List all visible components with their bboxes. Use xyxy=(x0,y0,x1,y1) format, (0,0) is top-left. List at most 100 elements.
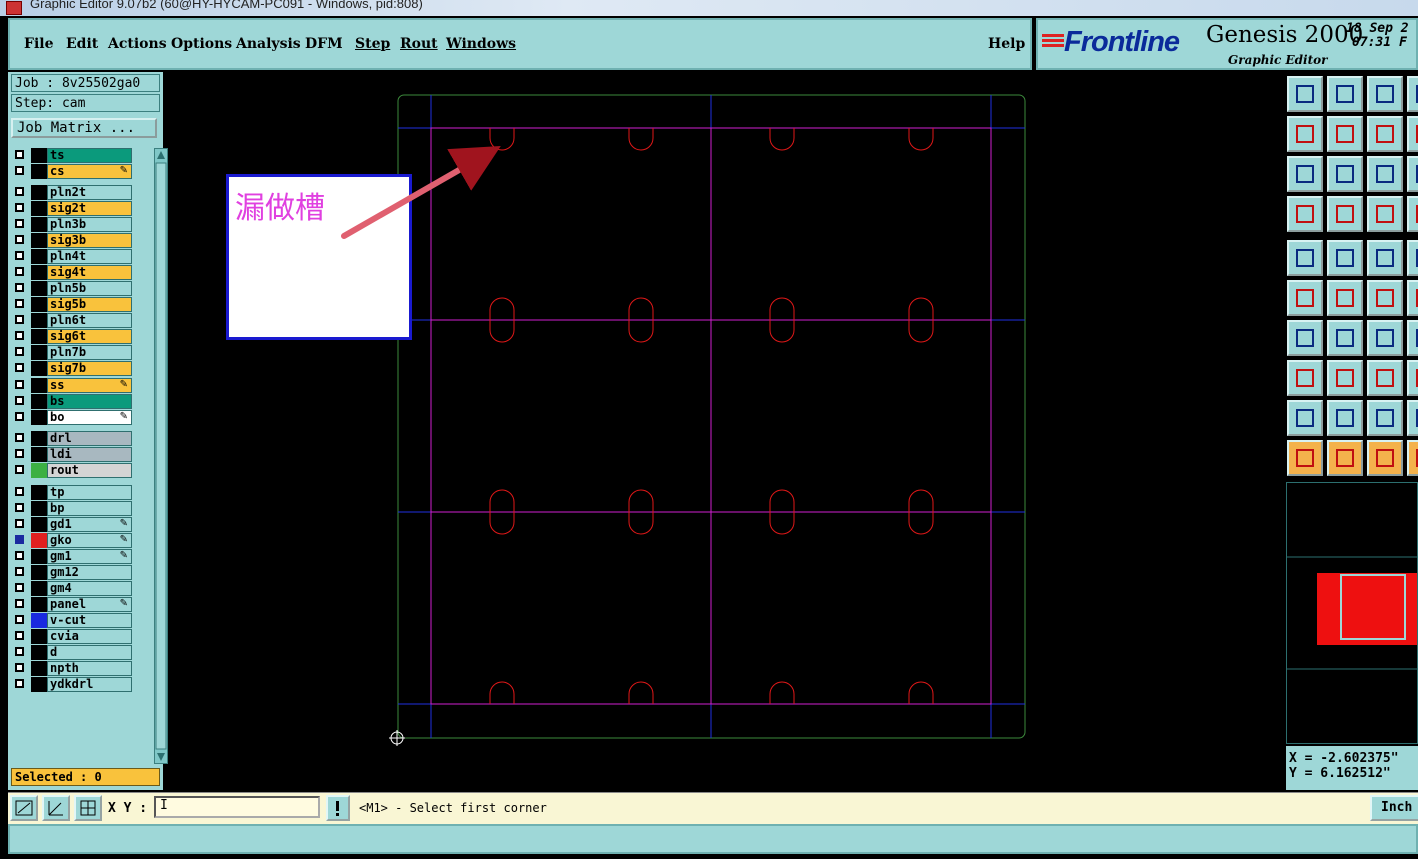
center-mark-tool-button[interactable] xyxy=(1367,360,1403,396)
menu-dfm[interactable]: DFM xyxy=(305,36,343,52)
measure-button[interactable] xyxy=(42,795,70,821)
layer-color-swatch[interactable] xyxy=(31,201,47,216)
layer-name[interactable]: sig3b xyxy=(47,233,132,248)
layer-color-swatch[interactable] xyxy=(31,329,47,344)
cross-tool-button[interactable] xyxy=(1327,280,1363,316)
layer-color-swatch[interactable] xyxy=(31,533,47,548)
layer-color-swatch[interactable] xyxy=(31,410,47,425)
layer-name[interactable]: ldi xyxy=(47,447,132,462)
extra-tool-button[interactable] xyxy=(1407,156,1418,192)
layer-row-ss[interactable]: ss ✎ xyxy=(13,378,133,393)
layer-name[interactable]: drl xyxy=(47,431,132,446)
layer-checkbox[interactable] xyxy=(15,487,24,496)
zoom-in-tool-button[interactable] xyxy=(1287,76,1323,112)
layer-row-drl[interactable]: drl xyxy=(13,431,133,446)
grid-tool-button[interactable] xyxy=(1327,196,1363,232)
layer-checkbox[interactable] xyxy=(15,535,24,544)
layer-row-pln4t[interactable]: pln4t xyxy=(13,249,133,264)
center-tool-button[interactable] xyxy=(1327,156,1363,192)
layer-checkbox[interactable] xyxy=(15,412,24,421)
layer-name[interactable]: pln6t xyxy=(47,313,132,328)
layer-row-gm4[interactable]: gm4 xyxy=(13,581,133,596)
layer-color-swatch[interactable] xyxy=(31,485,47,500)
scale-tool-button[interactable] xyxy=(1367,156,1403,192)
layer-name[interactable]: bp xyxy=(47,501,132,516)
layer-row-gm12[interactable]: gm12 xyxy=(13,565,133,580)
select-poly-tool-button[interactable] xyxy=(1367,440,1403,476)
layer-checkbox[interactable] xyxy=(15,599,24,608)
layer-name[interactable]: npth xyxy=(47,661,132,676)
layer-color-swatch[interactable] xyxy=(31,265,47,280)
layer-checkbox[interactable] xyxy=(15,315,24,324)
layer-color-swatch[interactable] xyxy=(31,629,47,644)
layer-row-gm1[interactable]: gm1 ✎ xyxy=(13,549,133,564)
pad-tool-button[interactable] xyxy=(1287,240,1323,276)
menu-file[interactable]: File xyxy=(24,36,53,52)
move-tool-button[interactable] xyxy=(1287,360,1323,396)
arc-tool-button[interactable] xyxy=(1367,320,1403,356)
layer-color-swatch[interactable] xyxy=(31,297,47,312)
layer-name[interactable]: sig4t xyxy=(47,265,132,280)
pan-left-tool-button[interactable] xyxy=(1287,116,1323,152)
menu-step[interactable]: Step xyxy=(355,36,390,52)
menu-windows[interactable]: Windows xyxy=(446,36,516,52)
layer-row-pln2t[interactable]: pln2t xyxy=(13,185,133,200)
extra-tool-button[interactable] xyxy=(1407,240,1418,276)
layer-color-swatch[interactable] xyxy=(31,517,47,532)
layer-checkbox[interactable] xyxy=(15,283,24,292)
layer-color-swatch[interactable] xyxy=(31,164,47,179)
layer-row-sig4t[interactable]: sig4t xyxy=(13,265,133,280)
layer-row-sig3b[interactable]: sig3b xyxy=(13,233,133,248)
layer-name[interactable]: ydkdrl xyxy=(47,677,132,692)
layer-row-pln6t[interactable]: pln6t xyxy=(13,313,133,328)
layer-name[interactable]: bo ✎ xyxy=(47,410,132,425)
connect-tool-button[interactable] xyxy=(1367,280,1403,316)
text-tool-button[interactable] xyxy=(1367,400,1403,436)
layer-row-panel[interactable]: panel ✎ xyxy=(13,597,133,612)
layer-checkbox[interactable] xyxy=(15,519,24,528)
layer-name[interactable]: cvia xyxy=(47,629,132,644)
snap-tool-button[interactable] xyxy=(1367,196,1403,232)
extra-tool-button[interactable] xyxy=(1407,400,1418,436)
layer-name[interactable]: pln7b xyxy=(47,345,132,360)
layer-checkbox[interactable] xyxy=(15,449,24,458)
node-tool-button[interactable] xyxy=(1287,280,1323,316)
layer-checkbox[interactable] xyxy=(15,679,24,688)
layer-row-pln3b[interactable]: pln3b xyxy=(13,217,133,232)
layer-row-sig7b[interactable]: sig7b xyxy=(13,361,133,376)
layer-checkbox[interactable] xyxy=(15,503,24,512)
layer-name[interactable]: gd1 ✎ xyxy=(47,517,132,532)
layer-color-swatch[interactable] xyxy=(31,378,47,393)
layer-checkbox[interactable] xyxy=(15,219,24,228)
home-tool-button[interactable] xyxy=(1367,76,1403,112)
job-matrix-button[interactable]: Job Matrix ... xyxy=(11,118,157,138)
layer-checkbox[interactable] xyxy=(15,251,24,260)
extra-tool-button[interactable] xyxy=(1407,440,1418,476)
ruler-tool-button[interactable] xyxy=(1367,240,1403,276)
rotate-tool-button[interactable] xyxy=(1367,116,1403,152)
layer-row-npth[interactable]: npth xyxy=(13,661,133,676)
dash-tool-button[interactable] xyxy=(1327,360,1363,396)
layer-color-swatch[interactable] xyxy=(31,447,47,462)
pan-right-tool-button[interactable] xyxy=(1327,116,1363,152)
layer-color-swatch[interactable] xyxy=(31,394,47,409)
menu-options[interactable]: Options xyxy=(171,36,232,52)
layer-name[interactable]: sig5b xyxy=(47,297,132,312)
menu-analysis[interactable]: Analysis xyxy=(236,36,301,52)
select-tool-button[interactable] xyxy=(1287,440,1323,476)
layer-name[interactable]: ss ✎ xyxy=(47,378,132,393)
layer-color-swatch[interactable] xyxy=(31,345,47,360)
layer-name[interactable]: bs xyxy=(47,394,132,409)
layer-checkbox[interactable] xyxy=(15,380,24,389)
zoom-out-tool-button[interactable] xyxy=(1327,76,1363,112)
alert-button[interactable] xyxy=(326,795,350,821)
layer-color-swatch[interactable] xyxy=(31,313,47,328)
extra-tool-button[interactable] xyxy=(1407,320,1418,356)
layer-checkbox[interactable] xyxy=(15,663,24,672)
extra-tool-button[interactable] xyxy=(1407,116,1418,152)
layer-name[interactable]: pln2t xyxy=(47,185,132,200)
layer-row-sig5b[interactable]: sig5b xyxy=(13,297,133,312)
layer-row-tp[interactable]: tp xyxy=(13,485,133,500)
layer-color-swatch[interactable] xyxy=(31,281,47,296)
layer-name[interactable]: pln3b xyxy=(47,217,132,232)
